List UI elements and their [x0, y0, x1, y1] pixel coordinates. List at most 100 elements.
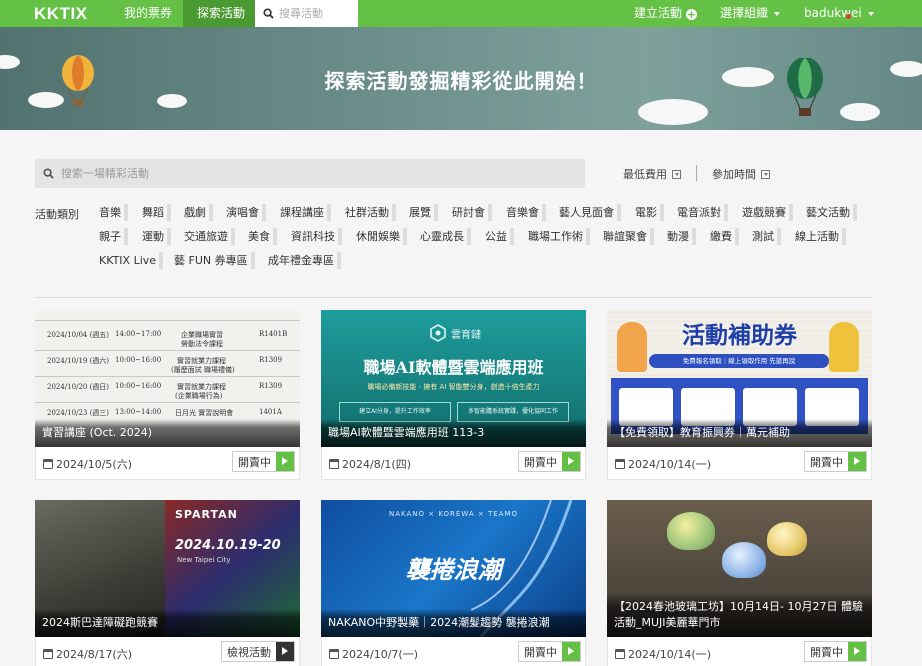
- sort-by-time-button[interactable]: 參加時間: [712, 166, 770, 182]
- category-tag[interactable]: 繳費: [707, 228, 739, 245]
- event-card-image[interactable]: 2024/10/04 (週五) 14:00~17:00 企業職場實習 R1401…: [35, 310, 300, 447]
- event-card[interactable]: NAKANO × KOREWA × TEAMO 襲捲浪潮 NAKANO中野製藥｜…: [321, 500, 586, 666]
- event-title[interactable]: 【免費領取】教育振興券｜萬元補助: [607, 419, 872, 447]
- user-menu[interactable]: badukwei: [790, 0, 888, 27]
- category-tag[interactable]: 線上活動: [792, 228, 846, 245]
- nav-my-tickets[interactable]: 我的票券: [110, 0, 186, 27]
- category-tag[interactable]: 心靈成長: [417, 228, 471, 245]
- event-date: 2024/10/7(一): [329, 646, 418, 662]
- event-card[interactable]: 雲育鏈 職場AI軟體暨雲端應用班 職場必備新技能 - 擁有 AI 智能雙分身，創…: [321, 310, 586, 480]
- event-status-button[interactable]: 開賣中: [232, 451, 295, 472]
- event-title[interactable]: 【2024春池玻璃工坊】10月14日- 10月27日 體驗活動_MUJI美麗華門…: [607, 593, 872, 637]
- category-tag[interactable]: 音樂會: [503, 204, 546, 221]
- category-tag[interactable]: 公益: [482, 228, 514, 245]
- category-tag[interactable]: 課程講座: [277, 204, 331, 221]
- event-card[interactable]: 【2024春池玻璃工坊】10月14日- 10月27日 體驗活動_MUJI美麗華門…: [607, 500, 872, 666]
- image-headline: 職場AI軟體暨雲端應用班: [363, 358, 544, 377]
- banner-title: 探索活動發掘精彩從此開始！: [324, 69, 598, 93]
- cloud-decoration: [157, 94, 187, 108]
- event-date-text: 2024/10/5(六): [56, 458, 132, 471]
- choose-org-dropdown[interactable]: 選擇組織: [706, 0, 794, 27]
- category-tag[interactable]: 成年禮金專區: [265, 252, 341, 269]
- event-card-image[interactable]: 雲育鏈 職場AI軟體暨雲端應用班 職場必備新技能 - 擁有 AI 智能雙分身，創…: [321, 310, 586, 447]
- event-date-text: 2024/10/14(一): [628, 458, 711, 471]
- category-tag[interactable]: 戲劇: [181, 204, 213, 221]
- event-card-image[interactable]: 【2024春池玻璃工坊】10月14日- 10月27日 體驗活動_MUJI美麗華門…: [607, 500, 872, 637]
- event-search-input[interactable]: [61, 167, 561, 180]
- plus-circle-icon: +: [686, 8, 698, 21]
- event-card[interactable]: SPARTAN 2024.10.19-20 New Taipei City 20…: [35, 500, 300, 666]
- username: badukwei: [804, 6, 862, 20]
- event-status-button[interactable]: 開賣中: [804, 451, 867, 472]
- category-tag[interactable]: 社群活動: [342, 204, 396, 221]
- event-status-button[interactable]: 開賣中: [518, 641, 581, 662]
- category-tag[interactable]: 電音派對: [674, 204, 728, 221]
- event-date: 2024/8/1(四): [329, 456, 411, 472]
- event-card-footer: 2024/8/17(六) 檢視活動: [35, 637, 300, 666]
- event-title[interactable]: 2024斯巴達障礙跑競賽: [35, 609, 300, 637]
- nav-explore[interactable]: 探索活動: [183, 0, 260, 27]
- chevron-down-icon: [867, 11, 874, 16]
- image-cell: 2024/10/04 (週五): [47, 331, 110, 339]
- category-tag[interactable]: 藝文活動: [803, 204, 857, 221]
- status-label: 開賣中: [238, 455, 271, 469]
- category-tag[interactable]: 運動: [139, 228, 171, 245]
- sort-by-fee-button[interactable]: 最低費用: [623, 166, 681, 182]
- sort-fee-label: 最低費用: [623, 168, 667, 181]
- category-tag[interactable]: 展覽: [406, 204, 438, 221]
- event-card-image[interactable]: NAKANO × KOREWA × TEAMO 襲捲浪潮 NAKANO中野製藥｜…: [321, 500, 586, 637]
- event-date: 2024/10/14(一): [615, 456, 711, 472]
- category-tag[interactable]: 休閒娛樂: [353, 228, 407, 245]
- search-icon: [43, 168, 54, 179]
- category-tag[interactable]: KKTIX Live: [96, 252, 164, 269]
- arrow-right-icon: [562, 642, 580, 661]
- image-headline: 活動補助券: [682, 323, 797, 349]
- cloud-decoration: [840, 103, 880, 121]
- event-card[interactable]: 活動補助券 免費報名領取｜線上領取作用 先搶再說 【免費領取】教育振興券｜萬元補…: [607, 310, 872, 480]
- glass-lamp: [722, 542, 766, 578]
- event-status-button[interactable]: 開賣中: [518, 451, 581, 472]
- category-tag[interactable]: 美食: [245, 228, 277, 245]
- glass-lamp: [667, 512, 715, 550]
- image-cell: 10:00~16:00: [115, 382, 162, 390]
- kktix-logo[interactable]: KKTIX: [34, 4, 88, 24]
- event-card[interactable]: 2024/10/04 (週五) 14:00~17:00 企業職場實習 R1401…: [35, 310, 300, 480]
- arrow-right-icon: [562, 452, 580, 471]
- sort-time-label: 參加時間: [712, 168, 756, 181]
- calendar-icon: [43, 459, 53, 469]
- arrow-right-icon: [848, 642, 866, 661]
- category-tag[interactable]: 藝人見面會: [556, 204, 621, 221]
- category-tag[interactable]: 舞蹈: [139, 204, 171, 221]
- category-tag[interactable]: 演唱會: [223, 204, 266, 221]
- view-event-button[interactable]: 檢視活動: [221, 641, 295, 662]
- category-tag[interactable]: 動漫: [664, 228, 696, 245]
- image-headline: 襲捲浪潮: [405, 555, 502, 584]
- event-title[interactable]: 實習講座 (Oct. 2024): [35, 419, 300, 447]
- event-title[interactable]: 職場AI軟體暨雲端應用班 113-3: [321, 419, 586, 447]
- image-cell: (履歷面試 職場禮儀): [171, 366, 235, 374]
- category-tag[interactable]: 交通旅遊: [181, 228, 235, 245]
- category-tag[interactable]: 研討會: [449, 204, 492, 221]
- event-card-image[interactable]: SPARTAN 2024.10.19-20 New Taipei City 20…: [35, 500, 300, 637]
- event-card-image[interactable]: 活動補助券 免費報名領取｜線上領取作用 先搶再說 【免費領取】教育振興券｜萬元補…: [607, 310, 872, 447]
- image-dates: 2024.10.19-20: [175, 538, 281, 553]
- category-tag[interactable]: 親子: [96, 228, 128, 245]
- nav-search-input[interactable]: [279, 7, 359, 20]
- event-date: 2024/8/17(六): [43, 646, 132, 662]
- category-tag[interactable]: 職場工作術: [525, 228, 590, 245]
- sort-divider: [696, 165, 697, 181]
- category-tag[interactable]: 聯誼聚會: [600, 228, 654, 245]
- notification-dot: [846, 14, 851, 19]
- category-tag[interactable]: 測試: [749, 228, 781, 245]
- hexagon-logo-icon: [430, 324, 446, 342]
- status-label: 開賣中: [524, 455, 557, 469]
- category-tag[interactable]: 電影: [632, 204, 664, 221]
- event-status-button[interactable]: 開賣中: [804, 641, 867, 662]
- image-subtitle: New Taipei City: [177, 556, 231, 564]
- category-tag[interactable]: 音樂: [96, 204, 128, 221]
- category-tag[interactable]: 遊戲競賽: [739, 204, 793, 221]
- category-tag[interactable]: 藝 FUN 券專區: [171, 252, 255, 269]
- category-tag[interactable]: 資訊科技: [288, 228, 342, 245]
- create-event-button[interactable]: 建立活動 +: [620, 0, 711, 27]
- event-title[interactable]: NAKANO中野製藥｜2024潮髮趨勢 襲捲浪潮: [321, 609, 586, 637]
